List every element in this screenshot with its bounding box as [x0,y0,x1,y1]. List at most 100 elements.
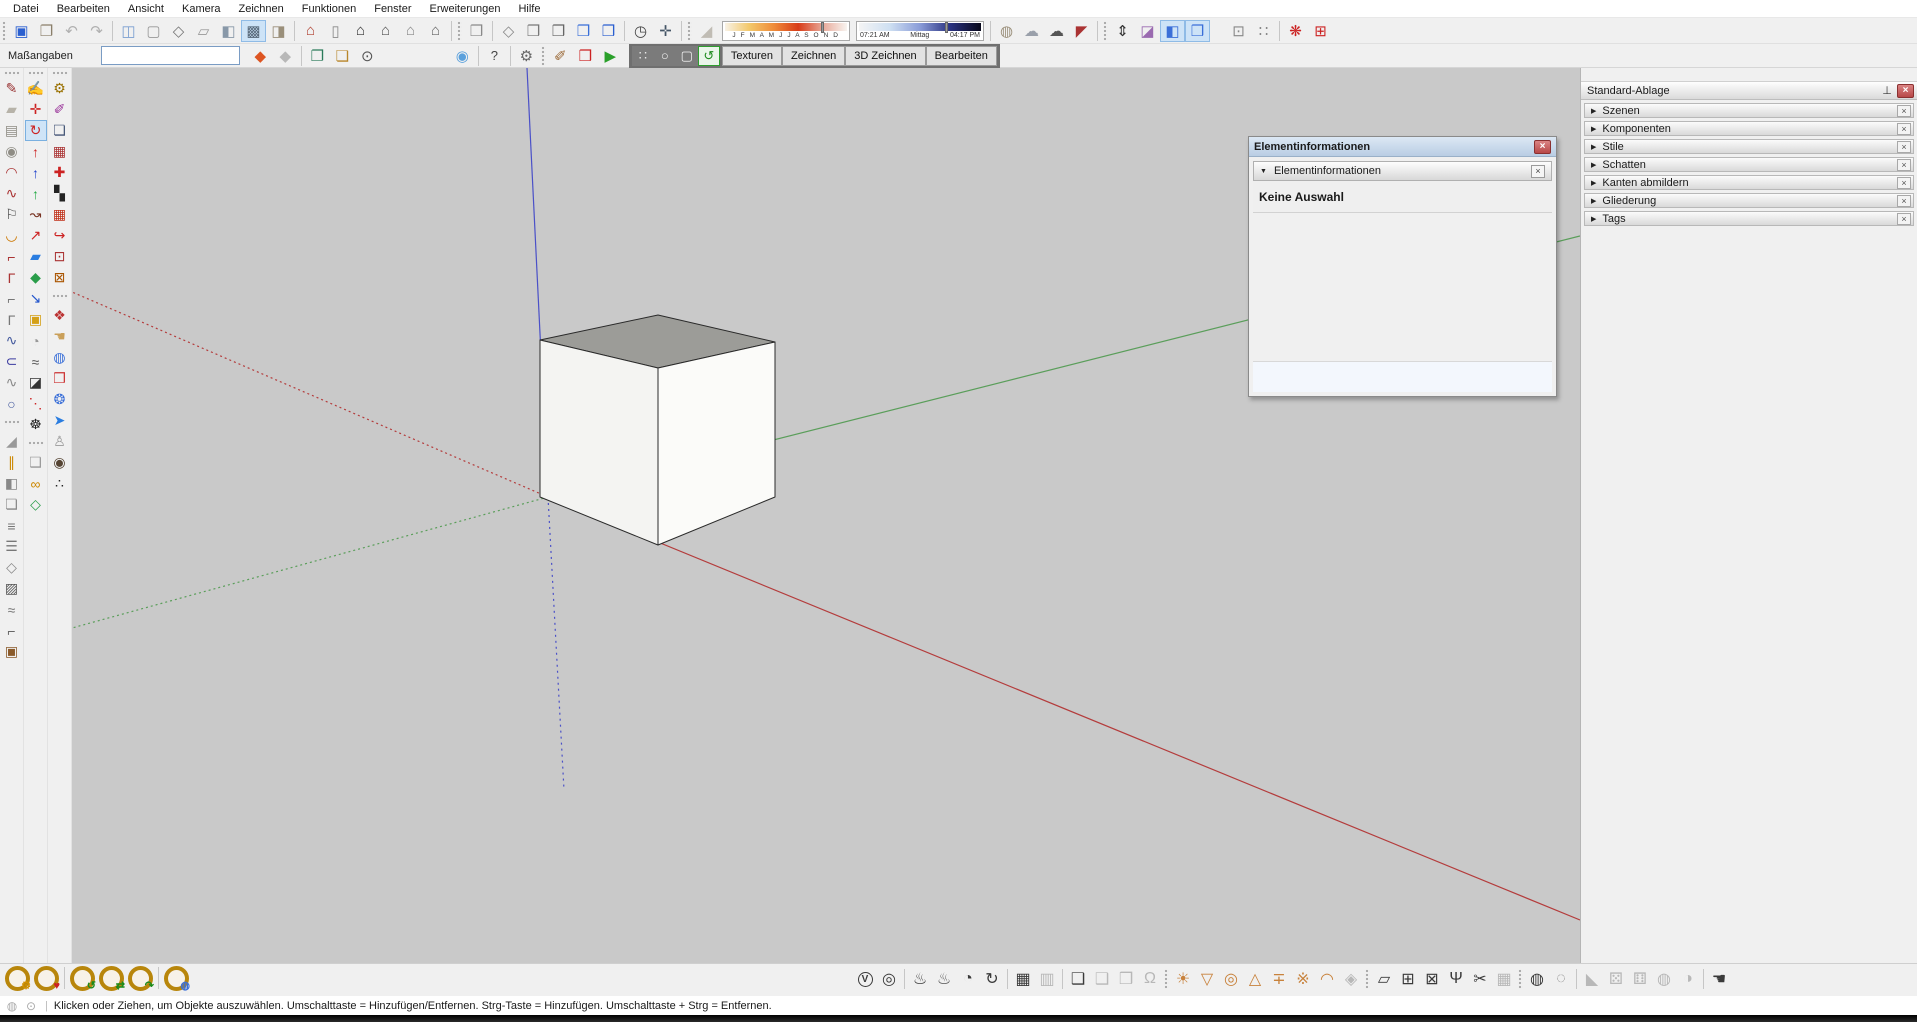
vray-pick-object-icon[interactable]: ☚ [1707,967,1731,991]
menu-item[interactable]: Ansicht [119,3,173,15]
section-fill-icon[interactable]: ◧ [1160,20,1185,42]
outline-house-icon[interactable]: ⌂ [398,20,423,42]
pin-icon[interactable]: ⊥ [1880,84,1894,97]
tall-box-icon[interactable]: ▯ [323,20,348,42]
vray-mesh-clip-icon[interactable]: ▦ [1492,967,1516,991]
path-points-tool[interactable]: ⋱ [25,393,47,414]
polyline-tool[interactable]: ∿ [1,372,23,393]
vray-lightgen-icon[interactable]: ☀ [1171,967,1195,991]
weld-tool[interactable]: ∞ [25,473,47,494]
followme-tool[interactable]: ↝ [25,204,47,225]
ring-swap-icon[interactable]: ⇄ [99,966,124,991]
vray-fur-icon[interactable]: Ψ [1444,967,1468,991]
textured-style-icon[interactable]: ▩ [241,20,266,42]
open-model-icon[interactable]: ❐ [34,20,59,42]
pie-tool[interactable]: ◡ [1,225,23,246]
menu-item[interactable]: Erweiterungen [421,3,510,15]
select-arrow-tool[interactable]: ➤ [49,410,71,431]
brush-tool[interactable]: ✐ [49,99,71,120]
menu-item[interactable]: Kamera [173,3,230,15]
frame-box-tool[interactable]: ⊠ [49,267,71,288]
vray-mesh-light-icon[interactable]: ◈ [1339,967,1363,991]
dashed-box-tool[interactable]: ⊡ [49,246,71,267]
tray-section-row[interactable]: ▶ Stile × [1584,139,1914,154]
tray-section-close-icon[interactable]: × [1897,123,1911,135]
vray-buffer-stack-icon[interactable]: ❒ [1114,967,1138,991]
scene-box-icon[interactable]: ❒ [464,20,489,42]
menu-item[interactable]: Fenster [365,3,420,15]
tray-section-row[interactable]: ▶ Szenen × [1584,103,1914,118]
rectangle-tool[interactable]: ▤ [1,120,23,141]
lasso-mode-icon[interactable]: ○ [654,46,676,66]
close-icon[interactable]: × [1534,140,1551,154]
zoom-extents-tool[interactable]: ❂ [49,389,71,410]
flat-roof-house-icon[interactable]: ⌂ [423,20,448,42]
grid-mode-icon[interactable]: ∷ [632,46,654,66]
swoosh-tool[interactable]: ↪ [49,225,71,246]
undo-icon[interactable]: ↶ [59,20,84,42]
vray-clipper-icon[interactable]: ✂ [1468,967,1492,991]
blue-box-view-icon-2[interactable]: ❒ [596,20,621,42]
gray-diamond-icon[interactable]: ◆ [273,45,298,67]
shell-tool[interactable]: ◔ [25,330,47,351]
credits-status-icon[interactable]: ⊙ [23,998,39,1014]
fillet-tool[interactable]: ⌐ [1,288,23,309]
shadow-time-slider[interactable]: 07:21 AM Mittag 04:17 PM [856,21,984,41]
vray-flip-icon[interactable]: ◣ [1580,967,1604,991]
style-builder-icon[interactable]: ❋ [1283,20,1308,42]
hatch-tool[interactable]: ▨ [1,578,23,599]
polygon-tool[interactable]: ⚐ [1,204,23,225]
save-icon[interactable]: ▣ [9,20,34,42]
stack-tool[interactable]: ≡ [1,515,23,536]
clock-mode-icon[interactable]: ↺ [698,46,720,66]
crop-tool[interactable]: ◪ [25,372,47,393]
section-close-icon[interactable]: × [1531,165,1545,178]
xray-style-icon[interactable]: ◫ [116,20,141,42]
lines-tool[interactable]: ≈ [1,599,23,620]
dimension-tool[interactable]: ∥ [1,452,23,473]
tray-section-close-icon[interactable]: × [1897,177,1911,189]
eraser-wedge-icon[interactable]: ◢ [694,20,719,42]
walk-tool[interactable]: ∴ [49,473,71,494]
selection-box-icon[interactable]: ⊡ [1226,20,1251,42]
crumple-tool[interactable]: ❑ [25,452,47,473]
pillars-tool[interactable]: ☰ [1,536,23,557]
red-diamond-icon[interactable]: ◆ [248,45,273,67]
red-triangle-icon[interactable]: ◤ [1069,20,1094,42]
vray-render-icon[interactable]: ▦ [1011,967,1035,991]
red-toolbar-icon[interactable]: ❒ [573,45,598,67]
vray-infinite-plane-icon[interactable]: ▱ [1372,967,1396,991]
gray-box-view-icon-2[interactable]: ❒ [546,20,571,42]
tape-measure-tool[interactable]: ✍ [25,78,47,99]
vray-sphere-half-icon[interactable]: ◑ [1676,967,1700,991]
vray-dome-light-icon[interactable]: ◠ [1315,967,1339,991]
orbit-tool[interactable]: ❖ [49,305,71,326]
fold-tool[interactable]: ◧ [1,473,23,494]
plane-tool[interactable]: ◆ [25,267,47,288]
mode-button[interactable]: Texturen [722,46,782,66]
help-icon[interactable]: ? [482,45,507,67]
blue-box-view-icon-1[interactable]: ❒ [571,20,596,42]
dimension-arrow-tool[interactable]: ↘ [25,288,47,309]
component-grid-icon[interactable]: ⊞ [1308,20,1333,42]
mode-button[interactable]: 3D Zeichnen [845,46,925,66]
iso-house-icon[interactable]: ⌂ [298,20,323,42]
vray-box-icon[interactable]: ⊞ [1396,967,1420,991]
hidden-line-style-icon[interactable]: ▱ [191,20,216,42]
entity-info-section-header[interactable]: ▼ Elementinformationen × [1253,161,1552,181]
wire-box-view-icon[interactable]: ◇ [496,20,521,42]
ring-favorites-icon[interactable]: ♥ [34,966,59,991]
fog-dark-icon[interactable]: ☁ [1044,20,1069,42]
vray-omni-light-icon[interactable]: ※ [1291,967,1315,991]
tray-section-row[interactable]: ▶ Tags × [1584,211,1914,226]
tray-section-row[interactable]: ▶ Komponenten × [1584,121,1914,136]
tray-section-close-icon[interactable]: × [1897,195,1911,207]
crystal-tool[interactable]: ◇ [25,494,47,515]
settings-gear-icon[interactable]: ⚙ [514,45,539,67]
tray-section-close-icon[interactable]: × [1897,213,1911,225]
section-bounds-icon[interactable]: ❒ [1185,20,1210,42]
layers-icon[interactable]: ❏ [330,45,355,67]
rotate-tool[interactable]: ↻ [25,120,47,141]
section-plane-icon[interactable]: ◪ [1135,20,1160,42]
map-tool[interactable]: ▦ [49,141,71,162]
